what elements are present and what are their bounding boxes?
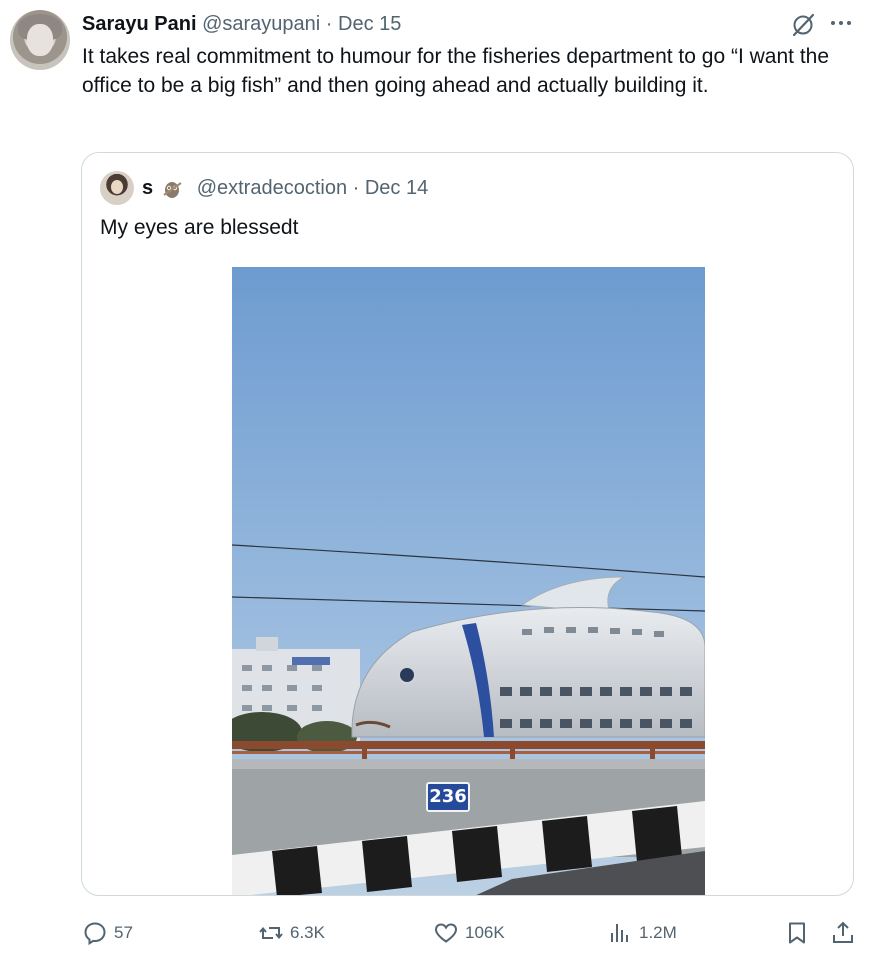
share-upload-icon	[833, 921, 853, 943]
bookmark-button[interactable]	[784, 915, 810, 951]
repost-count: 6.3K	[290, 923, 325, 942]
views-count: 1.2M	[639, 923, 677, 942]
tweet-date[interactable]: · Dec 15	[326, 13, 402, 35]
repost-arrows-icon	[259, 926, 283, 940]
quoted-tweet-text: My eyes are blessedt	[100, 216, 299, 239]
heart-icon	[434, 923, 458, 943]
author-name[interactable]: Sarayu Pani	[82, 13, 197, 35]
quoted-author-handle[interactable]: @extradecoction	[197, 177, 347, 199]
grok-icon[interactable]	[790, 12, 816, 38]
like-button[interactable]: 106K	[433, 915, 505, 951]
quoted-tweet-date[interactable]: · Dec 14	[353, 177, 429, 199]
speech-bubble-icon	[84, 922, 106, 946]
bookmark-icon	[789, 922, 805, 944]
share-button[interactable]	[830, 915, 856, 951]
repost-button[interactable]: 6.3K	[258, 915, 325, 951]
reply-button[interactable]: 57	[82, 915, 133, 951]
quoted-tweet[interactable]: s @extradecoction · Dec 14 My eyes are b…	[81, 152, 854, 896]
owl-emoji-icon	[159, 178, 185, 200]
quoted-photo[interactable]: 236	[222, 267, 706, 895]
views-button[interactable]: 1.2M	[607, 915, 677, 951]
avatar-face	[27, 24, 53, 56]
quoted-author-avatar[interactable]	[100, 171, 134, 205]
photo-sign-number: 236	[429, 786, 467, 807]
like-count: 106K	[465, 923, 505, 942]
more-dots-icon[interactable]	[826, 12, 856, 34]
tweet-actions-bar: 57 6.3K 106K 1.2M	[0, 915, 876, 951]
quoted-header: s @extradecoction · Dec 14	[142, 175, 428, 201]
author-avatar[interactable]	[10, 10, 70, 70]
reply-count: 57	[114, 923, 133, 942]
quoted-author-name[interactable]: s	[142, 177, 153, 199]
tweet-header: Sarayu Pani @sarayupani · Dec 15	[82, 11, 401, 37]
tweet-text: It takes real commitment to humour for t…	[82, 45, 830, 97]
bar-chart-icon	[611, 924, 628, 942]
author-handle[interactable]: @sarayupani	[202, 13, 320, 35]
